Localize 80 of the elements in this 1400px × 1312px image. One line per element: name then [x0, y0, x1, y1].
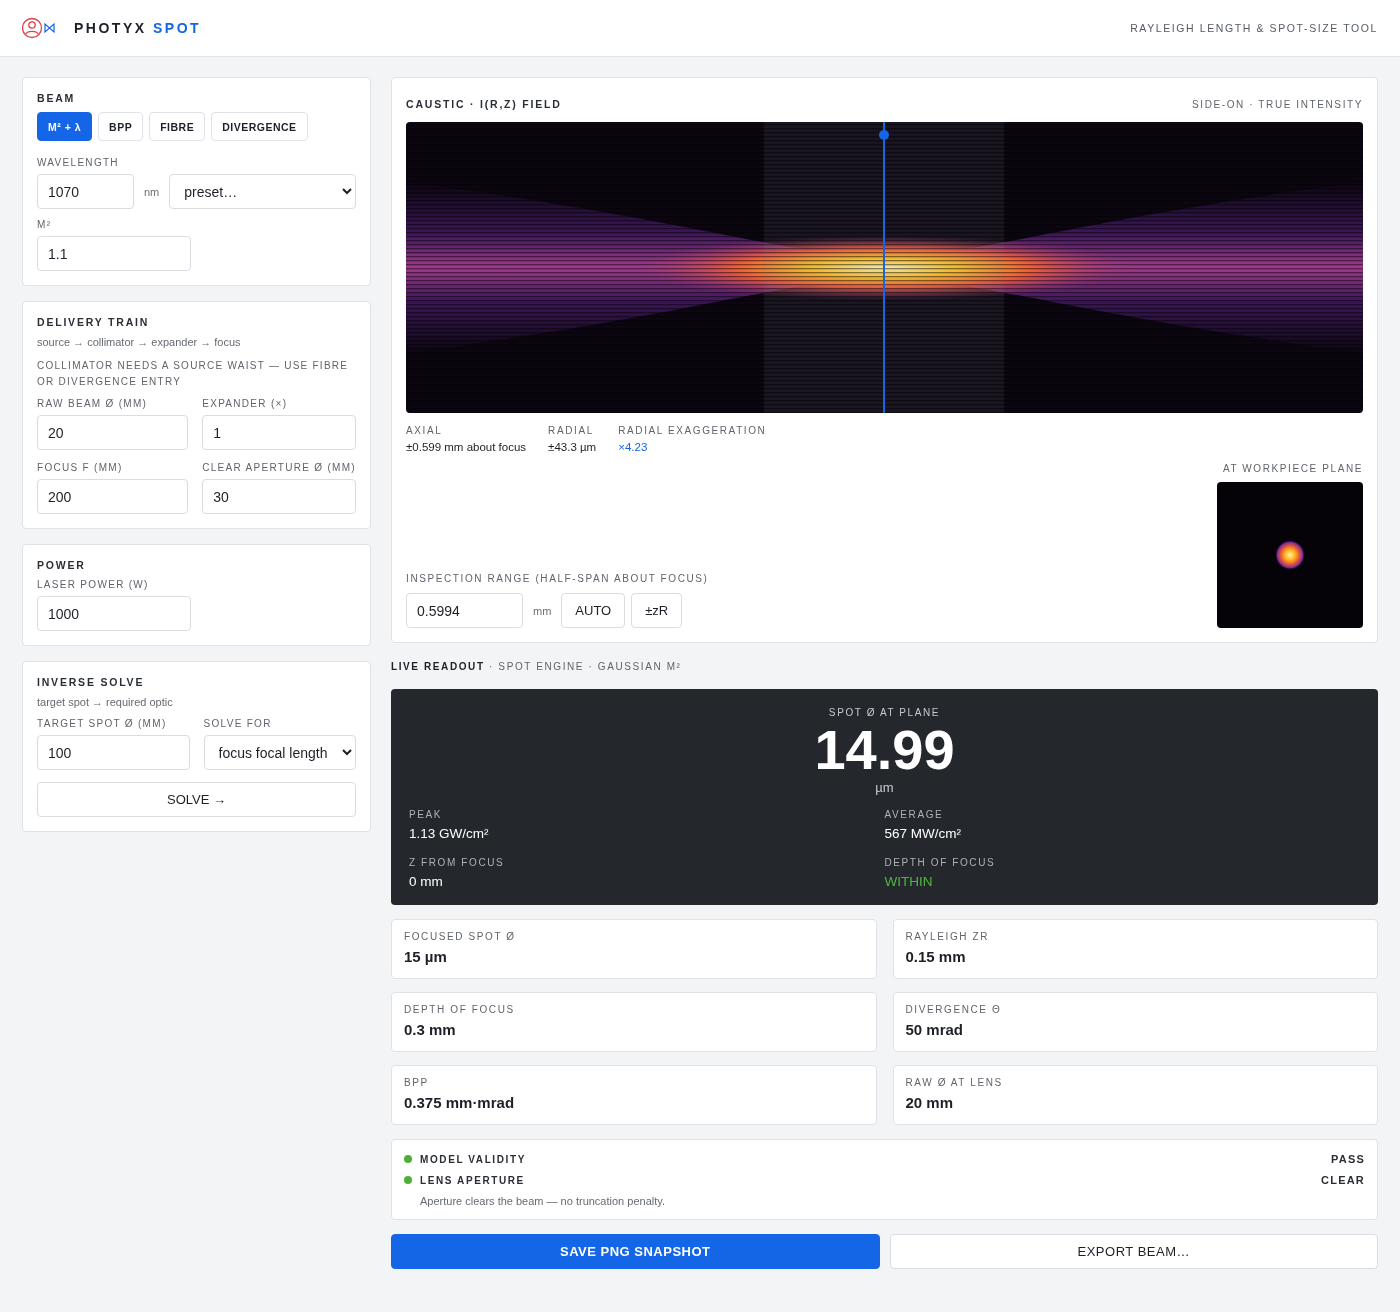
field-label: SOLVE FOR [203, 718, 273, 729]
range-button[interactable]: ±zR [631, 593, 683, 628]
mode-tab[interactable]: M² + λ [37, 112, 93, 141]
input-field[interactable]: 20 [37, 415, 189, 450]
save-button[interactable]: SAVE PNG SNAPSHOT [391, 1234, 880, 1269]
metric-value: 0.3 mm [404, 1021, 457, 1038]
metric-label: DIVERGENCE Θ [905, 1004, 1003, 1015]
check-label: LENS APERTURE [420, 1174, 526, 1186]
check-label: MODEL VALIDITY [420, 1153, 527, 1165]
check-state: PASS [1331, 1153, 1365, 1165]
field-label: LASER POWER (W) [37, 579, 150, 590]
mode-tab[interactable]: BPP [98, 112, 144, 141]
mode-tab[interactable]: FIBRE [149, 112, 206, 141]
tagline: RAYLEIGH LENGTH & SPOT-SIZE TOOL [1130, 22, 1378, 34]
view-mode-label: SIDE-ON · TRUE INTENSITY [1192, 98, 1363, 110]
field-label: TARGET SPOT Ø (MM) [37, 718, 168, 729]
field-label: EXPANDER (×) [202, 398, 289, 409]
range-field[interactable]: 0.5994 [406, 593, 523, 628]
app-name: PHOTYX SPOT [74, 20, 202, 36]
range-button[interactable]: AUTO [561, 593, 626, 628]
mode-tab[interactable]: DIVERGENCE [211, 112, 308, 141]
field-label: CLEAR APERTURE Ø (MM) [202, 462, 356, 473]
section-title: POWER [37, 559, 87, 571]
metric-label: DEPTH OF FOCUS [404, 1004, 516, 1015]
metric-value: 0.15 mm [905, 948, 967, 965]
readout-label: SPOT Ø AT PLANE [828, 707, 941, 718]
input-field[interactable]: 30 [202, 479, 356, 514]
stat-label: AXIAL [406, 425, 444, 436]
check-state: CLEAR [1321, 1174, 1365, 1186]
solve-button[interactable]: SOLVE → [37, 782, 356, 817]
section-title: BEAM [37, 92, 77, 104]
section-title: INVERSE SOLVE [37, 676, 146, 688]
input-field[interactable]: 1 [202, 415, 356, 450]
field-label: M² [37, 219, 53, 230]
export-button[interactable]: EXPORT BEAM… [889, 1234, 1378, 1269]
plane-label: AT WORKPIECE PLANE [1222, 463, 1363, 474]
field-label: WAVELENGTH [37, 157, 120, 168]
readout-value: WITHIN [884, 874, 934, 889]
spot-size-value: 14.99 [814, 720, 955, 780]
solve-for-dropdown[interactable]: focus focal length [203, 735, 356, 770]
readout-heading: LIVE READOUT · SPOT ENGINE · GAUSSIAN M² [391, 661, 683, 672]
readout-label: DEPTH OF FOCUS [884, 857, 997, 868]
target-spot-field[interactable]: 100 [37, 735, 190, 770]
readout-value: 567 MW/cm² [884, 826, 962, 841]
input-field[interactable]: 200 [37, 479, 189, 514]
section-subtitle: source → collimator → expander → focus [37, 336, 242, 348]
warning-text: COLLIMATOR NEEDS A SOURCE WAIST — USE FIBRE OR DIVERGENCE ENTRY [37, 359, 350, 389]
power-field[interactable]: 1000 [37, 596, 191, 631]
section-title: CAUSTIC · I(R,Z) FIELD [406, 98, 562, 110]
wavelength-field[interactable]: 1070 [37, 174, 134, 209]
metric-label: RAW Ø AT LENS [905, 1077, 1004, 1088]
field-label: RAW BEAM Ø (MM) [37, 398, 149, 409]
stat-value: ±0.599 mm about focus [406, 441, 527, 453]
stat-label: RADIAL [548, 425, 595, 436]
metric-value: 50 mrad [905, 1021, 965, 1038]
readout-label: PEAK [409, 809, 444, 820]
readout-value: 1.13 GW/cm² [409, 826, 490, 841]
field-label: INSPECTION RANGE (HALF-SPAN ABOUT FOCUS) [406, 573, 709, 584]
readout-value: 0 mm [409, 874, 444, 889]
stat-label: RADIAL EXAGGERATION [618, 425, 767, 436]
metric-value: 0.375 mm·mrad [404, 1094, 516, 1111]
metric-label: BPP [404, 1077, 430, 1088]
stat-value: ±43.3 µm [548, 441, 597, 453]
unit-label: mm [532, 604, 553, 617]
stat-value: ×4.23 [618, 441, 649, 453]
check-note: Aperture clears the beam — no truncation penalty. [420, 1195, 666, 1207]
metric-value: 15 µm [404, 948, 448, 965]
section-title: DELIVERY TRAIN [37, 316, 151, 328]
metric-label: FOCUSED SPOT Ø [404, 931, 517, 942]
preset-dropdown[interactable]: preset… [169, 174, 356, 209]
field-label: FOCUS F (MM) [37, 462, 124, 473]
unit-label: nm [143, 185, 161, 198]
unit-label: µm [875, 780, 894, 795]
section-subtitle: target spot → required optic [37, 696, 174, 708]
logo-icon [22, 17, 56, 39]
metric-label: RAYLEIGH ZR [905, 931, 991, 942]
readout-label: AVERAGE [884, 809, 945, 820]
m2-field[interactable]: 1.1 [37, 236, 191, 271]
readout-label: Z FROM FOCUS [409, 857, 506, 868]
metric-value: 20 mm [905, 1094, 955, 1111]
